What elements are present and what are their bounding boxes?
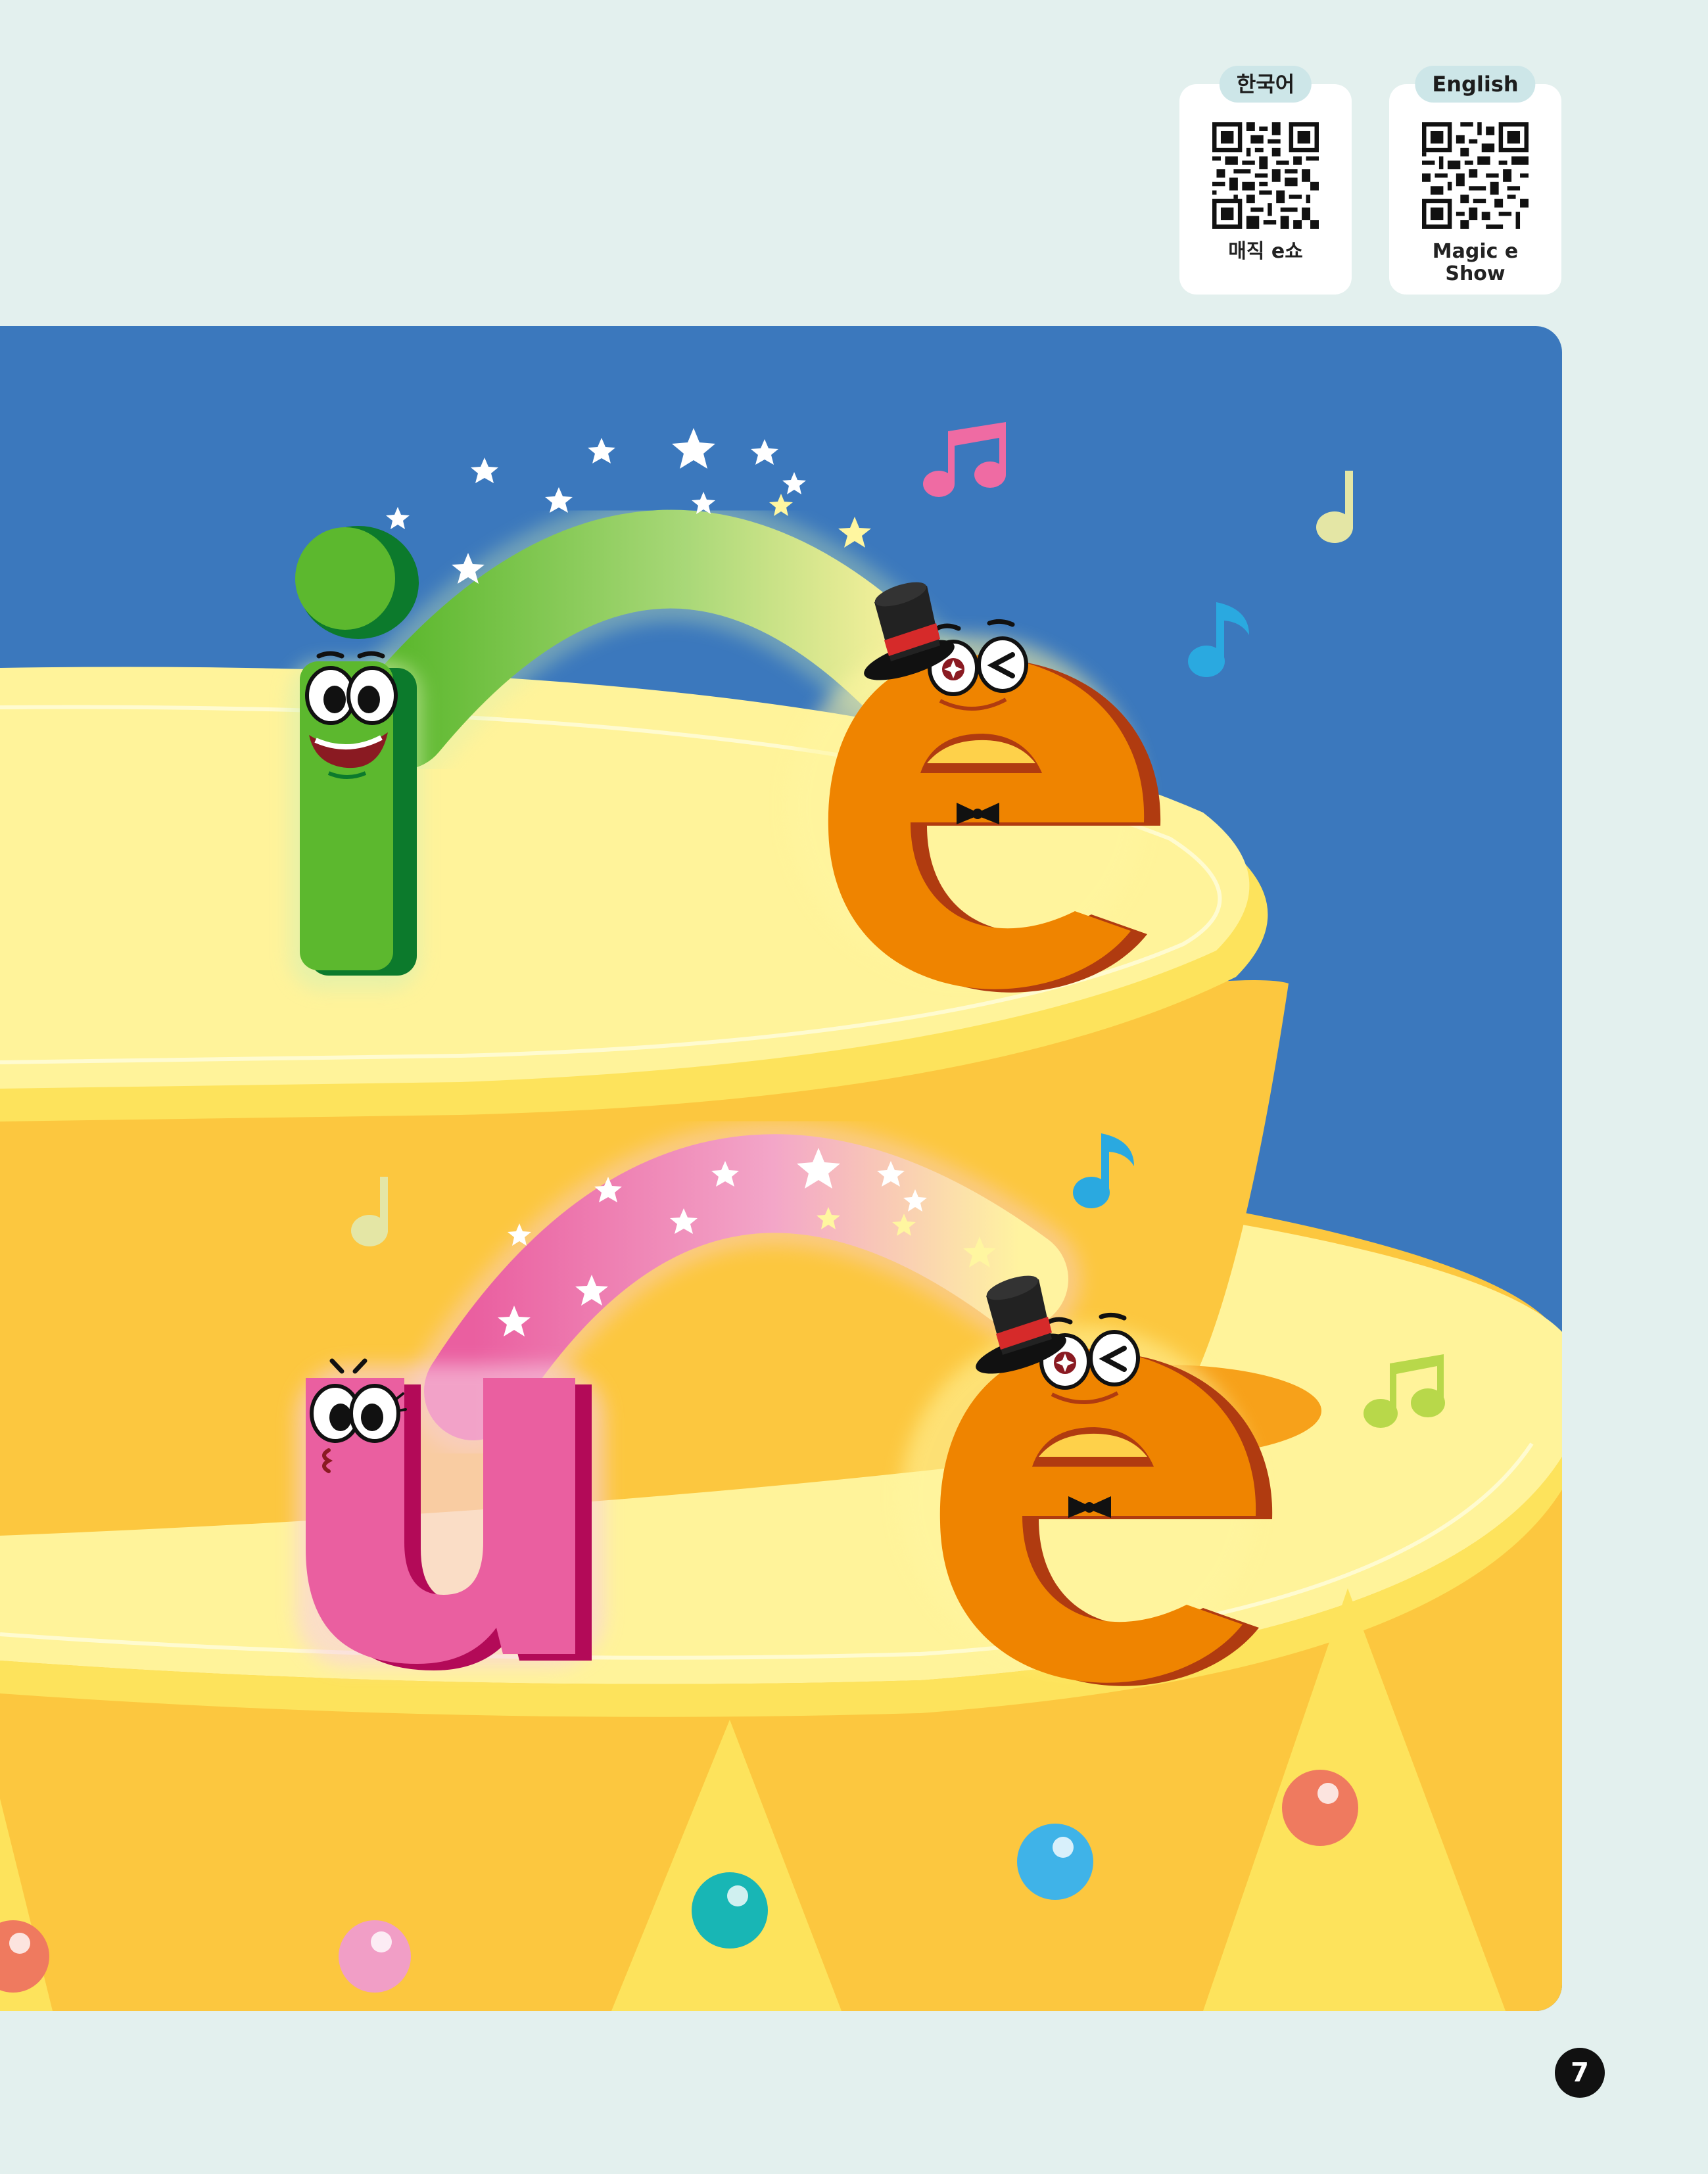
letter-u-character — [296, 1358, 605, 1670]
magic-e-illustration — [0, 326, 1562, 2011]
language-tag-korean: 한국어 — [1219, 66, 1312, 103]
qr-code-icon — [1212, 122, 1319, 229]
page-number: 7 — [1555, 2048, 1605, 2098]
qr-caption-korean: 매직 e쇼 — [1228, 240, 1303, 263]
qr-code-icon — [1422, 122, 1529, 229]
qr-card-korean[interactable]: 한국어 매직 e쇼 — [1179, 66, 1352, 295]
language-tag-english: English — [1415, 66, 1536, 103]
qr-caption-english: Magic e Show — [1432, 240, 1519, 285]
qr-card-english[interactable]: English Magic e Show — [1389, 66, 1561, 295]
letter-i-character — [289, 526, 421, 990]
